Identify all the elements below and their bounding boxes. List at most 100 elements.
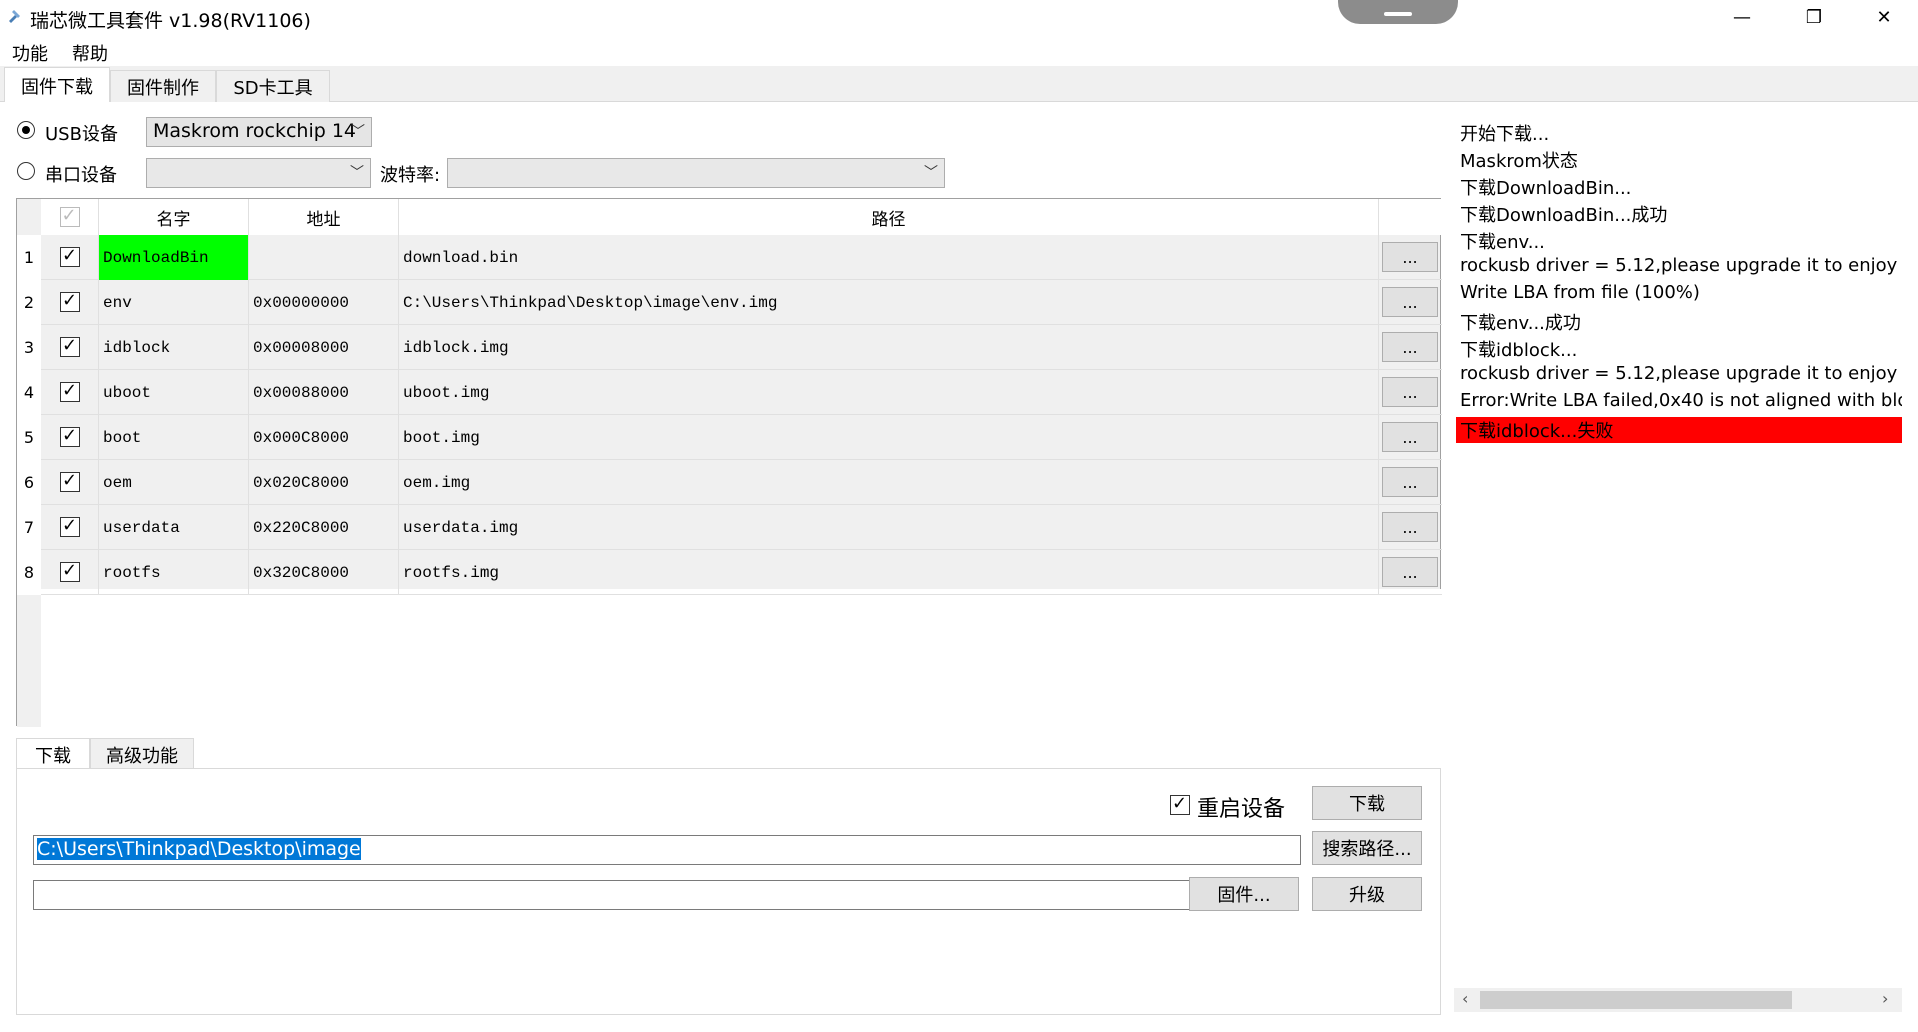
header-browse	[1379, 199, 1441, 235]
row-path[interactable]: oem.img	[399, 460, 1379, 505]
reboot-label: 重启设备	[1197, 797, 1286, 822]
menu-help[interactable]: 帮助	[72, 40, 108, 66]
chevron-down-icon: ﹀	[351, 124, 365, 140]
table-row[interactable]: 8 rootfs0x320C8000rootfs.img...	[17, 550, 1442, 595]
row-name[interactable]: DownloadBin	[99, 235, 249, 280]
row-name[interactable]: uboot	[99, 370, 249, 415]
table-row[interactable]: 2 env0x00000000C:\Users\Thinkpad\Desktop\…	[17, 280, 1442, 325]
row-address[interactable]: 0x020C8000	[249, 460, 399, 505]
row-name[interactable]: oem	[99, 460, 249, 505]
usb-device-select[interactable]: Maskrom rockchip 14 ﹀	[146, 117, 372, 147]
menu-function[interactable]: 功能	[12, 40, 48, 66]
lower-tabstrip: 下载 高级功能	[16, 738, 1441, 770]
check-all-checkbox[interactable]	[59, 205, 80, 227]
row-number: 4	[17, 370, 41, 415]
row-address[interactable]: 0x320C8000	[249, 550, 399, 595]
tab-sd-tool[interactable]: SD卡工具	[216, 70, 330, 102]
tab-firmware-make[interactable]: 固件制作	[110, 70, 216, 102]
row-name[interactable]: rootfs	[99, 550, 249, 595]
row-check-cell	[41, 415, 99, 460]
serial-device-label: 串口设备	[45, 165, 117, 186]
scroll-left-icon[interactable]: ‹	[1462, 989, 1468, 1008]
row-address[interactable]: 0x220C8000	[249, 505, 399, 550]
usb-device-radio[interactable]	[17, 121, 35, 139]
table-row[interactable]: 3 idblock0x00008000idblock.img...	[17, 325, 1442, 370]
table-row[interactable]: 4 uboot0x00088000uboot.img...	[17, 370, 1442, 415]
upgrade-button[interactable]: 升级	[1312, 877, 1422, 911]
download-button[interactable]: 下载	[1312, 786, 1422, 820]
header-path[interactable]: 路径	[399, 199, 1379, 235]
header-address[interactable]: 地址	[249, 199, 399, 235]
subtab-download[interactable]: 下载	[16, 738, 90, 770]
row-number: 5	[17, 415, 41, 460]
row-path[interactable]: userdata.img	[399, 505, 1379, 550]
row-number: 2	[17, 280, 41, 325]
scroll-thumb[interactable]	[1480, 991, 1792, 1009]
serial-device-radio[interactable]	[17, 162, 35, 180]
table-row[interactable]: 5 boot0x000C8000boot.img...	[17, 415, 1442, 460]
row-address[interactable]: 0x00008000	[249, 325, 399, 370]
row-check-cell	[41, 505, 99, 550]
row-address[interactable]: 0x000C8000	[249, 415, 399, 460]
tab-firmware-download[interactable]: 固件下载	[4, 67, 110, 103]
chevron-down-icon: ﹀	[924, 165, 938, 181]
firmware-button[interactable]: 固件...	[1189, 877, 1299, 911]
browse-button[interactable]: ...	[1382, 467, 1438, 497]
scroll-right-icon[interactable]: ›	[1882, 989, 1888, 1008]
row-path[interactable]: rootfs.img	[399, 550, 1379, 595]
row-checkbox[interactable]	[60, 560, 80, 582]
browse-button[interactable]: ...	[1382, 242, 1438, 272]
browse-button[interactable]: ...	[1382, 332, 1438, 362]
browse-button[interactable]: ...	[1382, 377, 1438, 407]
row-path[interactable]: idblock.img	[399, 325, 1379, 370]
row-checkbox[interactable]	[60, 245, 80, 267]
row-checkbox[interactable]	[60, 470, 80, 492]
log-pane: 开始下载... Maskrom状态 下载DownloadBin... 下载Downlo…	[1454, 120, 1902, 998]
row-check-cell	[41, 460, 99, 505]
row-checkbox[interactable]	[60, 515, 80, 537]
browse-button[interactable]: ...	[1382, 557, 1438, 587]
table-row[interactable]: 7 userdata0x220C8000userdata.img...	[17, 505, 1442, 550]
table-row[interactable]: 6 oem0x020C8000oem.img...	[17, 460, 1442, 505]
menu-bar: 功能 帮助	[0, 34, 1918, 66]
close-button[interactable]: ✕	[1856, 0, 1912, 34]
baud-rate-select[interactable]: ﹀	[447, 158, 945, 188]
reboot-checkbox[interactable]	[1170, 793, 1190, 815]
row-path[interactable]: C:\Users\Thinkpad\Desktop\image\env.img	[399, 280, 1379, 325]
row-checkbox[interactable]	[60, 335, 80, 357]
minimize-button[interactable]: —	[1714, 0, 1770, 34]
browse-button[interactable]: ...	[1382, 512, 1438, 542]
browse-button[interactable]: ...	[1382, 422, 1438, 452]
row-name[interactable]: env	[99, 280, 249, 325]
row-address[interactable]: 0x00000000	[249, 280, 399, 325]
row-path[interactable]: boot.img	[399, 415, 1379, 460]
header-check-all[interactable]	[41, 199, 99, 235]
log-line: rockusb driver = 5.12,please upgrade it …	[1460, 255, 1902, 276]
maximize-button[interactable]: ❐	[1786, 0, 1842, 34]
row-checkbox[interactable]	[60, 380, 80, 402]
table-row[interactable]: 1 DownloadBin download.bin...	[17, 235, 1442, 280]
row-check-cell	[41, 370, 99, 415]
firmware-path-input[interactable]	[33, 880, 1195, 910]
chevron-down-icon: ﹀	[350, 165, 364, 181]
row-checkbox[interactable]	[60, 425, 80, 447]
row-address[interactable]: 0x00088000	[249, 370, 399, 415]
serial-device-select[interactable]: ﹀	[146, 158, 371, 188]
search-path-button[interactable]: 搜索路径...	[1312, 831, 1422, 865]
row-name[interactable]: boot	[99, 415, 249, 460]
log-horizontal-scrollbar[interactable]: ‹ ›	[1454, 988, 1902, 1012]
image-path-value: C:\Users\Thinkpad\Desktop\image	[37, 838, 361, 860]
row-address[interactable]	[249, 235, 399, 280]
row-check-cell	[41, 235, 99, 280]
log-line: 下载env...成功	[1460, 313, 1581, 334]
row-name[interactable]: userdata	[99, 505, 249, 550]
image-path-input[interactable]: C:\Users\Thinkpad\Desktop\image	[33, 835, 1301, 865]
row-checkbox[interactable]	[60, 290, 80, 312]
header-name[interactable]: 名字	[99, 199, 249, 235]
row-name[interactable]: idblock	[99, 325, 249, 370]
row-path[interactable]: uboot.img	[399, 370, 1379, 415]
subtab-advanced[interactable]: 高级功能	[90, 738, 194, 770]
browse-button[interactable]: ...	[1382, 287, 1438, 317]
snap-handle[interactable]	[1338, 0, 1458, 24]
row-path[interactable]: download.bin	[399, 235, 1379, 280]
